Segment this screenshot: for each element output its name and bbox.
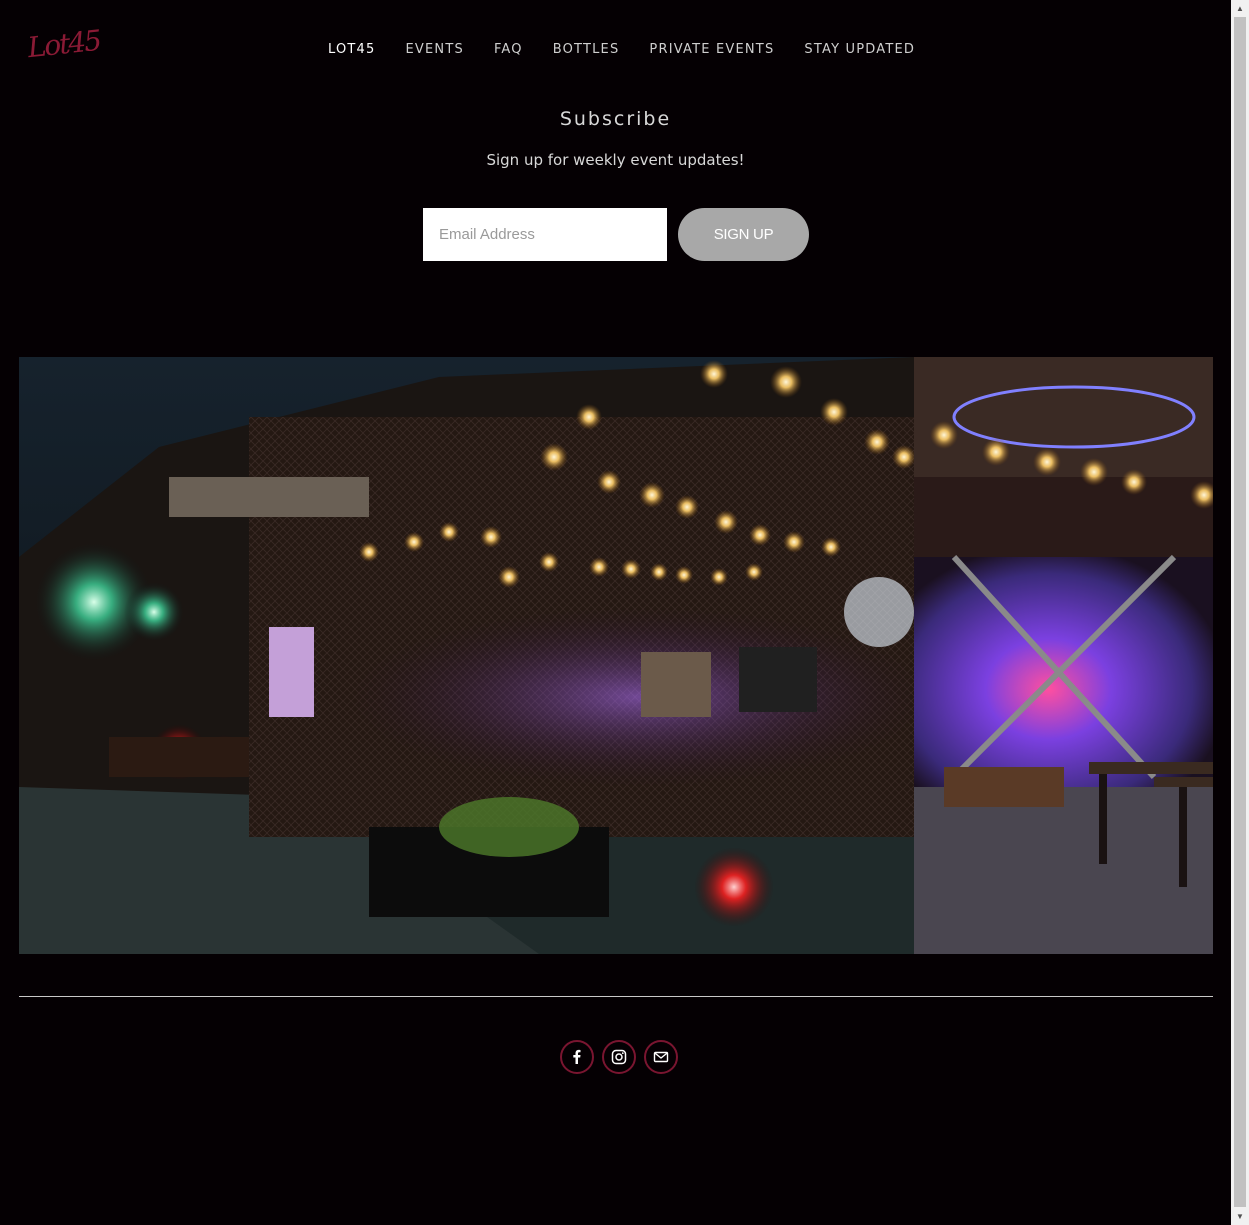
scroll-down-arrow-icon[interactable]: ▼ [1231, 1208, 1249, 1225]
facebook-icon[interactable] [560, 1040, 594, 1074]
nav-item-stay-updated[interactable]: STAY UPDATED [789, 38, 930, 62]
nav-item-lot45[interactable]: LOT45 [313, 38, 391, 62]
outdoor-patio-night-photo [19, 357, 914, 954]
nav-item-faq[interactable]: FAQ [479, 38, 538, 62]
nav-item-bottles[interactable]: BOTTLES [538, 38, 635, 62]
footer-divider [19, 996, 1213, 997]
social-links [560, 1040, 678, 1074]
nav-item-events[interactable]: EVENTS [391, 38, 479, 62]
email-icon[interactable] [644, 1040, 678, 1074]
scroll-up-arrow-icon[interactable]: ▲ [1231, 0, 1249, 17]
subscribe-description: Sign up for weekly event updates! [486, 151, 745, 169]
scrollbar-thumb[interactable] [1234, 17, 1246, 1207]
indoor-purple-lit-brick-wall-photo [914, 357, 1213, 954]
vertical-scrollbar[interactable]: ▲ ▼ [1231, 0, 1249, 1225]
nav-item-private-events[interactable]: PRIVATE EVENTS [634, 38, 789, 62]
email-input[interactable] [423, 208, 667, 261]
sign-up-button[interactable]: SIGN UP [678, 208, 809, 261]
photo-gallery [19, 357, 1213, 954]
main-nav: LOT45 EVENTS FAQ BOTTLES PRIVATE EVENTS … [313, 38, 930, 62]
lot45-logo[interactable]: Lot45 [26, 24, 101, 71]
instagram-icon[interactable] [602, 1040, 636, 1074]
subscribe-title: Subscribe [559, 108, 672, 130]
